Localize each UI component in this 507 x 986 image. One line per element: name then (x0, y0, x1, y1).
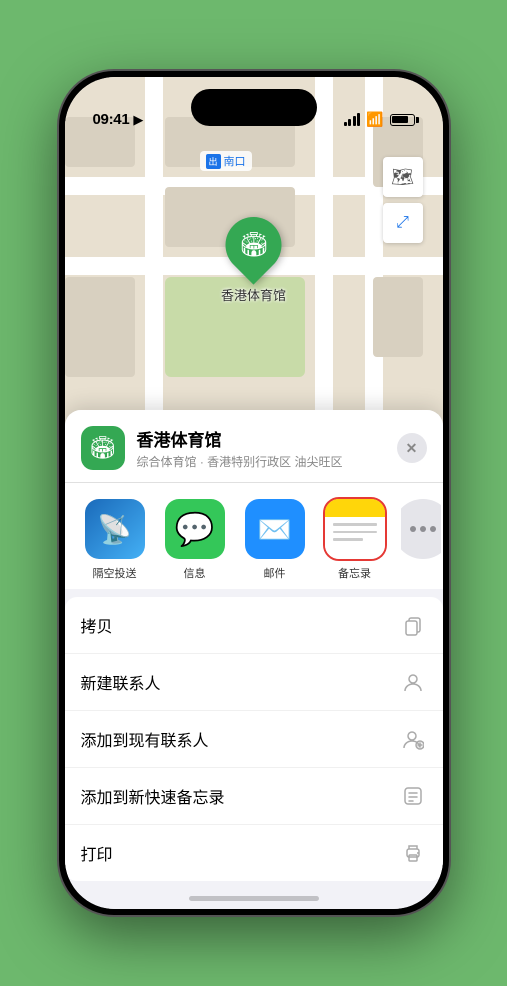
map-controls: 🗺 ⤢ (383, 157, 423, 249)
share-item-airdrop[interactable]: 📡 隔空投送 (81, 499, 149, 581)
action-list: 拷贝 新建联系人 (65, 597, 443, 881)
home-indicator (189, 896, 319, 901)
wifi-icon: 📶 (366, 111, 383, 128)
stadium-marker: 🏟 香港体育馆 (221, 217, 286, 304)
venue-name: 香港体育馆 (137, 426, 397, 451)
action-print[interactable]: 打印 (65, 825, 443, 881)
action-copy[interactable]: 拷贝 (65, 597, 443, 654)
venue-header: 🏟 香港体育馆 综合体育馆 · 香港特别行政区 油尖旺区 ✕ (65, 410, 443, 483)
venue-icon: 🏟 (81, 426, 125, 470)
bottom-sheet: 🏟 香港体育馆 综合体育馆 · 香港特别行政区 油尖旺区 ✕ 📡 隔空投送 (65, 410, 443, 909)
share-item-mail[interactable]: ✉️ 邮件 (241, 499, 309, 581)
airdrop-label: 隔空投送 (93, 565, 137, 581)
map-type-button[interactable]: 🗺 (383, 157, 423, 197)
person-add-icon (399, 725, 427, 753)
venue-subtitle: 综合体育馆 · 香港特别行政区 油尖旺区 (137, 453, 397, 470)
copy-icon (399, 611, 427, 639)
phone-screen: 09:41 ▶ 📶 (65, 77, 443, 909)
messages-icon: 💬 (165, 499, 225, 559)
messages-label: 信息 (184, 565, 206, 581)
share-item-more[interactable] (401, 499, 441, 581)
action-add-existing[interactable]: 添加到现有联系人 (65, 711, 443, 768)
location-icon: ▶ (133, 112, 143, 128)
mail-icon: ✉️ (245, 499, 305, 559)
share-item-notes[interactable]: 备忘录 (321, 499, 389, 581)
notes-icon (325, 499, 385, 559)
location-button[interactable]: ⤢ (383, 203, 423, 243)
action-new-contact[interactable]: 新建联系人 (65, 654, 443, 711)
airdrop-icon: 📡 (85, 499, 145, 559)
map-label: 出 南口 (200, 151, 252, 171)
quick-note-icon (399, 782, 427, 810)
status-icons: 📶 (344, 111, 415, 128)
notes-label: 备忘录 (338, 565, 371, 581)
more-button[interactable] (401, 499, 441, 559)
mail-label: 邮件 (264, 565, 286, 581)
dynamic-island (191, 89, 317, 126)
close-button[interactable]: ✕ (397, 433, 427, 463)
signal-bars (344, 113, 361, 126)
stadium-label: 香港体育馆 (221, 285, 286, 304)
action-quick-note[interactable]: 添加到新快速备忘录 (65, 768, 443, 825)
print-icon (399, 839, 427, 867)
share-row: 📡 隔空投送 💬 信息 ✉️ 邮件 (65, 483, 443, 589)
phone-frame: 09:41 ▶ 📶 (59, 71, 449, 915)
person-icon (399, 668, 427, 696)
status-time: 09:41 (93, 111, 130, 128)
share-item-messages[interactable]: 💬 信息 (161, 499, 229, 581)
venue-info: 香港体育馆 综合体育馆 · 香港特别行政区 油尖旺区 (137, 426, 397, 470)
battery-icon (390, 114, 415, 126)
